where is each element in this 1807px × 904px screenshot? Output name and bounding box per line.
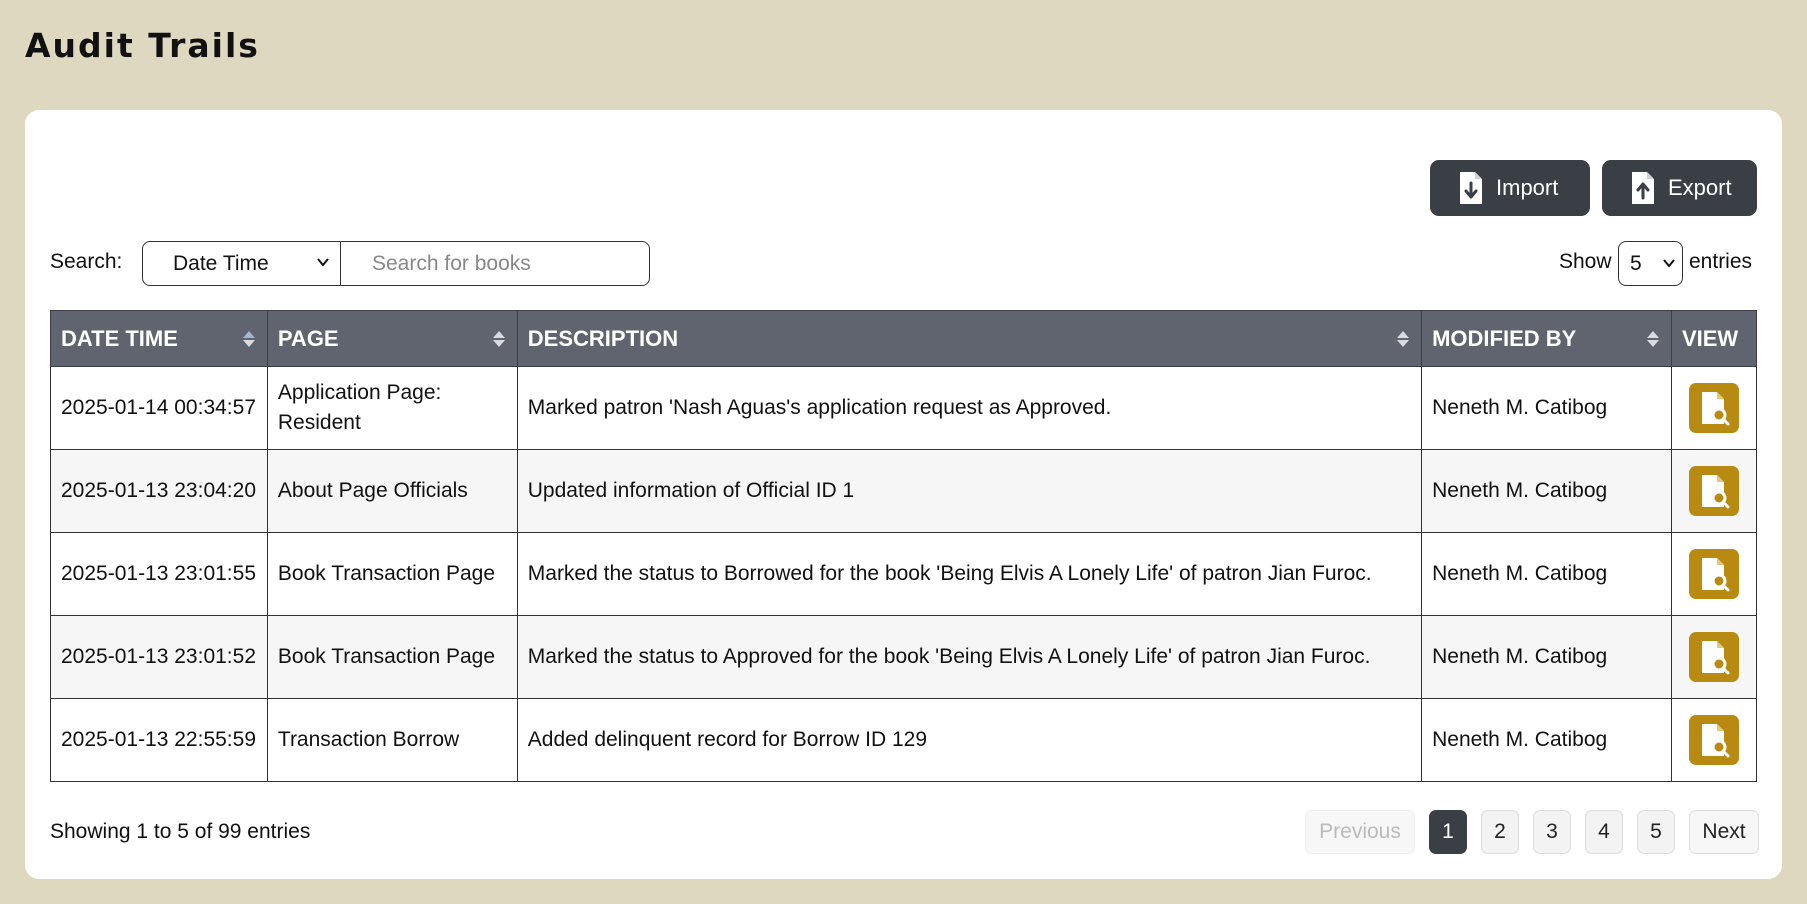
file-upload-icon [1632, 172, 1654, 204]
table-row: 2025-01-13 23:01:52 Book Transaction Pag… [50, 615, 1758, 699]
cell-modified-by: Neneth M. Catibog [1421, 366, 1672, 450]
cell-view [1670, 366, 1758, 450]
cell-description: Added delinquent record for Borrow ID 12… [516, 698, 1423, 782]
cell-modified-by: Neneth M. Catibog [1421, 449, 1672, 533]
cell-view [1670, 449, 1758, 533]
cell-date-time: 2025-01-13 23:01:52 [50, 615, 268, 699]
file-search-icon [1701, 558, 1730, 592]
cell-modified-by: Neneth M. Catibog [1421, 698, 1672, 782]
column-header-label: DESCRIPTION [527, 325, 679, 351]
export-label: Export [1668, 175, 1732, 200]
column-header-page[interactable]: PAGE [266, 310, 518, 367]
file-search-icon [1701, 641, 1730, 675]
table-row: 2025-01-13 23:04:20 About Page Officials… [50, 449, 1758, 533]
cell-view [1670, 532, 1758, 616]
page-button-1[interactable]: 1 [1429, 810, 1467, 854]
view-button[interactable] [1688, 715, 1739, 765]
show-label: Show [1559, 250, 1612, 273]
cell-page: About Page Officials [266, 449, 518, 533]
entries-label: entries [1689, 250, 1753, 273]
view-button[interactable] [1688, 632, 1739, 682]
page-button-5[interactable]: 5 [1637, 810, 1675, 854]
table-row: 2025-01-13 23:01:55 Book Transaction Pag… [50, 532, 1758, 616]
cell-view [1670, 698, 1758, 782]
page-title: Audit Trails [25, 26, 260, 65]
entries-per-page-value: 5 [1630, 251, 1642, 275]
column-header-modified-by[interactable]: MODIFIED BY [1421, 310, 1672, 367]
cell-description: Marked the status to Approved for the bo… [516, 615, 1423, 699]
page-button-2[interactable]: 2 [1481, 810, 1519, 854]
cell-date-time: 2025-01-13 23:01:55 [50, 532, 268, 616]
cell-page: Book Transaction Page [266, 615, 518, 699]
view-button[interactable] [1688, 383, 1739, 433]
cell-description: Marked patron 'Nash Aguas's application … [516, 366, 1423, 450]
cell-modified-by: Neneth M. Catibog [1421, 615, 1672, 699]
search-field-value: Date Time [173, 251, 269, 275]
table-row: 2025-01-14 00:34:57 Application Page: Re… [50, 366, 1758, 450]
cell-page: Transaction Borrow [266, 698, 518, 782]
column-header-description[interactable]: DESCRIPTION [516, 310, 1423, 367]
cell-description: Updated information of Official ID 1 [516, 449, 1423, 533]
audit-card: Import Export Search: Date Time Show 5 e… [25, 110, 1782, 879]
table-row: 2025-01-13 22:55:59 Transaction Borrow A… [50, 698, 1758, 782]
pagination: Previous 1 2 3 4 5 Next [1305, 810, 1759, 854]
table-info: Showing 1 to 5 of 99 entries [50, 820, 311, 843]
chevron-down-icon [317, 258, 329, 267]
column-header-view: VIEW [1670, 310, 1758, 367]
import-button[interactable]: Import [1430, 160, 1590, 216]
cell-page: Application Page: Resident [266, 366, 518, 450]
chevron-down-icon [1663, 259, 1675, 268]
column-header-date-time[interactable]: DATE TIME [50, 310, 268, 367]
search-field-select[interactable]: Date Time [142, 241, 341, 286]
view-button[interactable] [1688, 466, 1739, 516]
cell-modified-by: Neneth M. Catibog [1421, 532, 1672, 616]
column-header-label: PAGE [277, 325, 339, 351]
cell-description: Marked the status to Borrowed for the bo… [516, 532, 1423, 616]
column-header-label: VIEW [1681, 325, 1739, 351]
export-button[interactable]: Export [1602, 160, 1757, 216]
page-button-4[interactable]: 4 [1585, 810, 1623, 854]
cell-page: Book Transaction Page [266, 532, 518, 616]
page-button-3[interactable]: 3 [1533, 810, 1571, 854]
previous-button[interactable]: Previous [1305, 810, 1415, 854]
import-label: Import [1496, 175, 1559, 200]
search-label: Search: [50, 250, 123, 273]
column-header-label: MODIFIED BY [1432, 325, 1577, 351]
cell-date-time: 2025-01-13 22:55:59 [50, 698, 268, 782]
file-download-icon [1460, 172, 1482, 204]
search-input[interactable] [340, 241, 650, 286]
audit-table: DATE TIME PAGE DESCRIPTION MODIFIED BY V… [50, 310, 1758, 782]
entries-per-page-select[interactable]: 5 [1618, 241, 1683, 286]
view-button[interactable] [1688, 549, 1739, 599]
file-search-icon [1701, 392, 1730, 426]
sort-icon[interactable] [242, 329, 256, 349]
cell-date-time: 2025-01-14 00:34:57 [50, 366, 268, 450]
table-header-row: DATE TIME PAGE DESCRIPTION MODIFIED BY V… [50, 310, 1758, 367]
next-button[interactable]: Next [1689, 810, 1759, 854]
column-header-label: DATE TIME [61, 325, 178, 351]
sort-icon[interactable] [1396, 329, 1410, 349]
sort-icon[interactable] [492, 329, 506, 349]
file-search-icon [1701, 475, 1730, 509]
file-search-icon [1701, 724, 1730, 758]
sort-icon[interactable] [1646, 329, 1660, 349]
cell-view [1670, 615, 1758, 699]
cell-date-time: 2025-01-13 23:04:20 [50, 449, 268, 533]
